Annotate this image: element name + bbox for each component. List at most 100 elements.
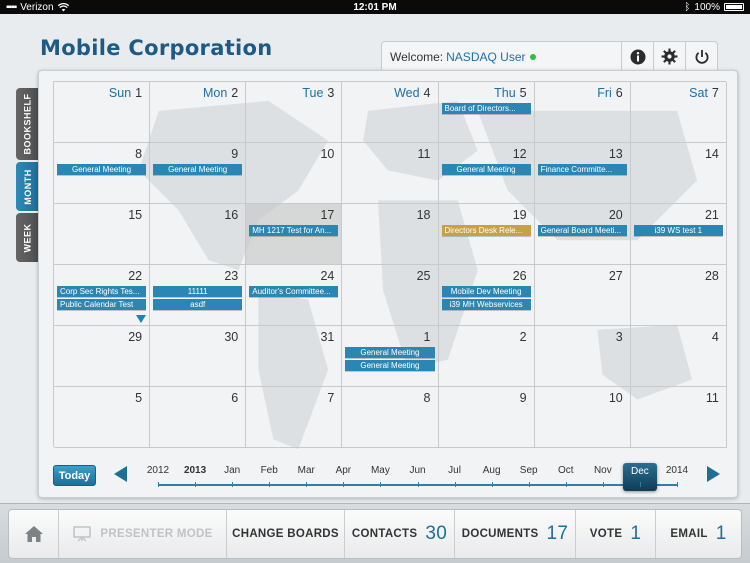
- calendar-day-cell[interactable]: 11: [342, 143, 439, 204]
- calendar-day-cell[interactable]: Sat 7: [630, 82, 727, 143]
- calendar-day-cell[interactable]: 20 General Board Meeti...: [534, 204, 631, 265]
- contacts-button[interactable]: CONTACTS 30: [345, 510, 455, 558]
- calendar-day-cell[interactable]: 15: [54, 204, 151, 265]
- day-value: 21: [704, 208, 719, 222]
- calendar-day-cell[interactable]: 6: [150, 387, 247, 448]
- timeline-item[interactable]: Aug: [474, 465, 510, 476]
- calendar-day-cell[interactable]: Mon 2: [150, 82, 247, 143]
- signal-icon: ▪▪▪▪: [6, 1, 17, 13]
- calendar-event[interactable]: Mobile Dev Meeting: [441, 286, 531, 297]
- calendar-day-cell[interactable]: 25: [342, 265, 439, 326]
- timeline-item[interactable]: Jan: [214, 465, 250, 476]
- calendar-day-cell[interactable]: 11: [630, 387, 727, 448]
- home-button[interactable]: [9, 510, 59, 558]
- calendar-day-cell[interactable]: 7: [246, 387, 343, 448]
- timeline-item[interactable]: 2012: [140, 465, 176, 476]
- calendar-day-cell[interactable]: 14: [630, 143, 727, 204]
- calendar-event[interactable]: General Meeting: [345, 347, 435, 358]
- calendar-day-cell[interactable]: 2: [438, 326, 535, 387]
- calendar-day-cell[interactable]: 12 General Meeting: [438, 143, 535, 204]
- calendar-day-cell[interactable]: 26 Mobile Dev Meeting i39 MH Webservices: [438, 265, 535, 326]
- presenter-mode-button[interactable]: PRESENTER MODE: [59, 510, 227, 558]
- calendar-event[interactable]: Auditor's Committee...: [249, 286, 339, 297]
- calendar-event[interactable]: General Meeting: [57, 164, 147, 175]
- next-arrow-icon[interactable]: [707, 466, 720, 482]
- calendar-day-cell-today[interactable]: 17 MH 1217 Test for An...: [246, 204, 343, 265]
- calendar-day-cell[interactable]: 23 11111 asdf: [150, 265, 247, 326]
- timeline-item[interactable]: Jul: [437, 465, 473, 476]
- calendar-event[interactable]: Directors Desk Rele...: [441, 225, 531, 236]
- calendar-day-cell[interactable]: 8 General Meeting: [54, 143, 151, 204]
- calendar-day-cell[interactable]: 5: [54, 387, 151, 448]
- timeline-item[interactable]: Nov: [585, 465, 621, 476]
- day-number: 16: [224, 208, 238, 222]
- today-button[interactable]: Today: [53, 465, 96, 486]
- battery-percent: 100%: [694, 1, 720, 13]
- timeline-item[interactable]: Jun: [400, 465, 436, 476]
- calendar-day-cell[interactable]: 9 General Meeting: [150, 143, 247, 204]
- calendar-day-cell[interactable]: 10: [246, 143, 343, 204]
- calendar-day-cell[interactable]: 30: [150, 326, 247, 387]
- change-boards-button[interactable]: CHANGE BOARDS: [227, 510, 345, 558]
- timeline-item[interactable]: Mar: [288, 465, 324, 476]
- calendar-day-cell[interactable]: 28: [630, 265, 727, 326]
- tab-month[interactable]: MONTH: [16, 162, 39, 211]
- tab-week[interactable]: WEEK: [16, 213, 39, 262]
- calendar-day-cell[interactable]: Wed 4: [342, 82, 439, 143]
- calendar-day-cell[interactable]: 19 Directors Desk Rele...: [438, 204, 535, 265]
- calendar-event[interactable]: i39 MH Webservices: [441, 299, 531, 310]
- calendar-event[interactable]: General Meeting: [441, 164, 531, 175]
- calendar-event[interactable]: asdf: [153, 299, 243, 310]
- calendar-event[interactable]: i39 WS test 1: [633, 225, 723, 236]
- calendar-day-cell[interactable]: Tue 3: [246, 82, 343, 143]
- calendar-day-cell[interactable]: 18: [342, 204, 439, 265]
- calendar-day-cell[interactable]: 22 Corp Sec Rights Tes... Public Calendar …: [54, 265, 151, 326]
- timeline-item[interactable]: May: [362, 465, 398, 476]
- timeline-item[interactable]: Oct: [548, 465, 584, 476]
- calendar-event[interactable]: Public Calendar Test: [57, 299, 147, 310]
- calendar-day-cell[interactable]: 24 Auditor's Committee...: [246, 265, 343, 326]
- timeline-item[interactable]: 2014: [659, 465, 695, 476]
- timeline-item[interactable]: Feb: [251, 465, 287, 476]
- calendar-day-cell[interactable]: 9: [438, 387, 535, 448]
- calendar-event[interactable]: 11111: [153, 286, 243, 297]
- documents-button[interactable]: DOCUMENTS 17: [455, 510, 576, 558]
- calendar-day-cell[interactable]: 13 Finance Committe...: [534, 143, 631, 204]
- calendar-day-cell[interactable]: 1 General Meeting General Meeting: [342, 326, 439, 387]
- calendar-day-cell[interactable]: Fri 6: [534, 82, 631, 143]
- calendar-event[interactable]: Corp Sec Rights Tes...: [57, 286, 147, 297]
- info-icon: [630, 49, 645, 64]
- calendar-event[interactable]: General Meeting: [153, 164, 243, 175]
- calendar-event[interactable]: MH 1217 Test for An...: [249, 225, 339, 236]
- calendar-day-cell[interactable]: 21 i39 WS test 1: [630, 204, 727, 265]
- calendar-event[interactable]: General Board Meeti...: [537, 225, 627, 236]
- timeline-item[interactable]: Apr: [325, 465, 361, 476]
- user-name[interactable]: NASDAQ User: [446, 50, 525, 64]
- info-button[interactable]: [621, 42, 653, 71]
- timeline-item[interactable]: 2013: [177, 465, 213, 476]
- day-number: 9: [520, 391, 527, 405]
- calendar-day-cell[interactable]: 10: [534, 387, 631, 448]
- timeline-tick: [677, 482, 678, 487]
- email-button[interactable]: EMAIL 1: [656, 510, 741, 558]
- calendar-day-cell[interactable]: 29: [54, 326, 151, 387]
- prev-arrow-icon[interactable]: [114, 466, 127, 482]
- calendar-day-cell[interactable]: Thu 5 Board of Directors...: [438, 82, 535, 143]
- calendar-day-cell[interactable]: 8: [342, 387, 439, 448]
- calendar-event[interactable]: Board of Directors...: [441, 103, 531, 114]
- calendar-day-cell[interactable]: Sun 1: [54, 82, 151, 143]
- calendar-day-cell[interactable]: 3: [534, 326, 631, 387]
- calendar-event[interactable]: General Meeting: [345, 360, 435, 371]
- calendar-event[interactable]: Finance Committe...: [537, 164, 627, 175]
- more-events-indicator-icon[interactable]: [136, 315, 146, 323]
- timeline-scrubber[interactable]: 2012 2013 Jan Feb Mar Apr May Jun Jul Aug Sep Oct No…: [140, 463, 695, 493]
- tab-bookshelf[interactable]: BOOKSHELF: [16, 88, 39, 160]
- settings-button[interactable]: [653, 42, 685, 71]
- vote-button[interactable]: VOTE 1: [576, 510, 656, 558]
- calendar-day-cell[interactable]: 16: [150, 204, 247, 265]
- timeline-item[interactable]: Sep: [511, 465, 547, 476]
- logout-button[interactable]: [685, 42, 717, 71]
- calendar-day-cell[interactable]: 4: [630, 326, 727, 387]
- calendar-day-cell[interactable]: 31: [246, 326, 343, 387]
- calendar-day-cell[interactable]: 27: [534, 265, 631, 326]
